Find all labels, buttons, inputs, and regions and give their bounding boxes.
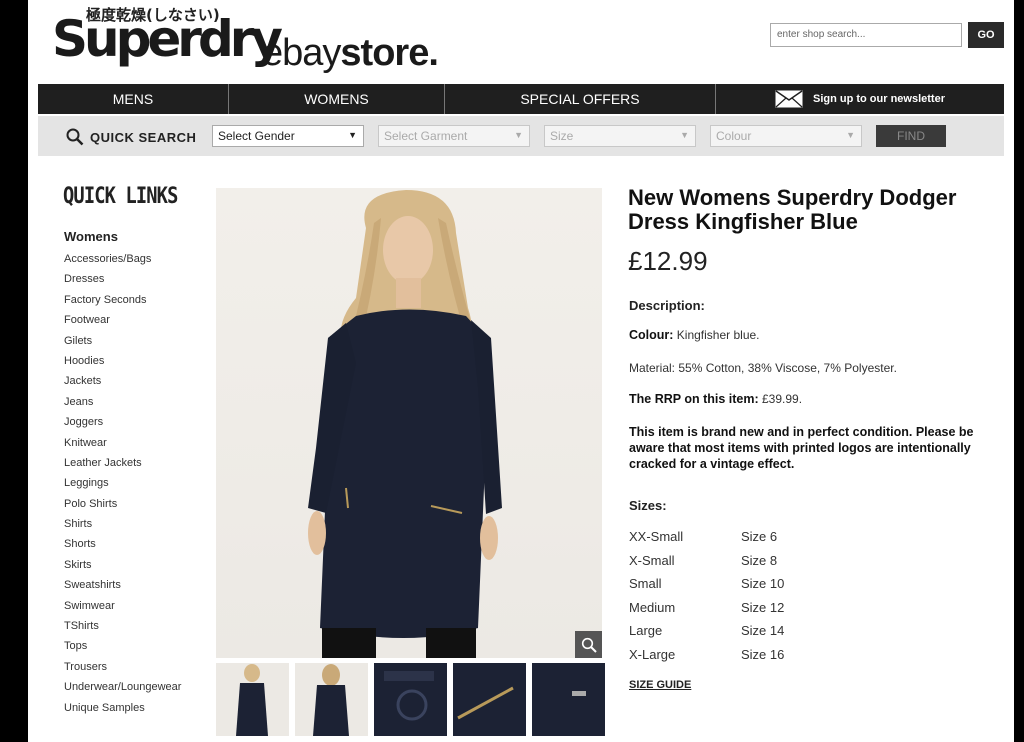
nav-item-womens[interactable]: WOMENS [229, 84, 445, 114]
thumbnail-back[interactable] [295, 663, 368, 736]
model-photo [308, 190, 502, 658]
search-icon [66, 128, 84, 146]
colour-value: Kingfisher blue. [676, 328, 760, 342]
condition-note: This item is brand new and in perfect co… [629, 425, 974, 471]
size-row: X-Small Size 8 [629, 553, 784, 577]
quick-link-item[interactable]: Jackets [64, 373, 181, 393]
thumbnail-zip-detail[interactable] [453, 663, 526, 736]
size-value: Size 16 [741, 646, 785, 662]
size-row: Small Size 10 [629, 576, 784, 600]
size-row: X-Large Size 16 [629, 647, 784, 671]
quick-links-title: QUICK LINKS [63, 184, 178, 209]
newsletter-signup-link[interactable]: Sign up to our newsletter [716, 84, 1004, 114]
size-value: Size 8 [741, 552, 778, 568]
quick-link-item[interactable]: Unique Samples [64, 700, 181, 720]
main-nav: MENS WOMENS SPECIAL OFFERS Sign up to ou… [38, 84, 1004, 114]
logo-ebay-store-text: ebaystore. [262, 32, 439, 74]
envelope-icon [775, 90, 803, 108]
size-value: Size 6 [741, 529, 778, 544]
product-price: £12.99 [628, 246, 708, 276]
quick-search-bar: QUICK SEARCH Select Gender ▼ Select Garme… [38, 116, 1004, 156]
quick-link-item[interactable]: Footwear [64, 312, 181, 332]
quick-link-item[interactable]: Swimwear [64, 598, 181, 618]
page: 極度乾燥(しなさい) Superdry ebaystore. enter sho… [28, 0, 1014, 742]
quick-link-item[interactable]: Knitwear [64, 435, 181, 455]
thumbnail-front[interactable] [216, 663, 289, 736]
quick-link-item[interactable]: Joggers [64, 414, 181, 434]
superdry-logo[interactable]: 極度乾燥(しなさい) Superdry ebaystore. [52, 4, 512, 74]
quick-link-item[interactable]: Factory Seconds [64, 292, 181, 312]
rrp-value: £39.99. [761, 392, 803, 406]
description-label: Description: [629, 298, 705, 313]
colour-label: Colour: [629, 328, 674, 342]
quick-link-item[interactable]: Gilets [64, 333, 181, 353]
product-title: New Womens Superdry Dodger Dress Kingfis… [628, 185, 957, 234]
size-row: XX-Small Size 6 [629, 529, 784, 553]
sizes-label: Sizes: [629, 498, 667, 513]
thumbnail-strip [216, 663, 605, 736]
size-value: Size 10 [741, 576, 785, 592]
quick-link-item[interactable]: Sweatshirts [64, 577, 181, 597]
quick-link-item[interactable]: Polo Shirts [64, 496, 181, 516]
quick-link-item[interactable]: Trousers [64, 659, 181, 679]
go-button[interactable]: GO [968, 22, 1004, 48]
chevron-down-icon: ▼ [680, 130, 689, 140]
chevron-down-icon: ▼ [348, 130, 357, 140]
size-name: X-Large [629, 646, 676, 662]
shop-search-input[interactable]: enter shop search... [770, 23, 962, 47]
quick-link-item[interactable]: Dresses [64, 271, 181, 291]
logo-superdry-text: Superdry [52, 10, 283, 68]
size-row: Medium Size 12 [629, 600, 784, 624]
size-row: Large Size 14 [629, 623, 784, 647]
quick-link-item[interactable]: Jeans [64, 394, 181, 414]
quick-link-item[interactable]: Leather Jackets [64, 455, 181, 475]
quick-link-item[interactable]: Tops [64, 638, 181, 658]
chevron-down-icon: ▼ [846, 130, 855, 140]
material-line: Material: 55% Cotton, 38% Viscose, 7% Po… [629, 361, 897, 375]
quick-link-item[interactable]: Accessories/Bags [64, 251, 181, 271]
zoom-icon[interactable] [575, 631, 602, 658]
size-name: X-Small [629, 552, 675, 568]
size-name: Small [629, 576, 662, 592]
quick-link-item[interactable]: Shirts [64, 516, 181, 536]
rrp-line: The RRP on this item: £39.99. [629, 392, 802, 406]
thumbnail-badge-detail[interactable] [532, 663, 605, 736]
thumbnail-label-detail[interactable] [374, 663, 447, 736]
colour-select[interactable]: Colour ▼ [710, 125, 862, 147]
quick-link-item[interactable]: Underwear/Loungewear [64, 679, 181, 699]
colour-line: Colour: Kingfisher blue. [629, 328, 760, 342]
quick-search-label: QUICK SEARCH [66, 128, 196, 146]
size-name: Large [629, 623, 663, 639]
sizes-table: XX-Small Size 6 X-Small Size 8 Small Size 10 M… [629, 529, 784, 671]
nav-item-mens[interactable]: MENS [38, 84, 229, 114]
quick-link-item[interactable]: Skirts [64, 557, 181, 577]
size-name: Medium [629, 599, 676, 615]
quick-link-item[interactable]: Hoodies [64, 353, 181, 373]
quick-link-item[interactable]: Shorts [64, 536, 181, 556]
product-main-image[interactable] [216, 188, 602, 658]
quick-links-list: Accessories/Bags Dresses Factory Seconds Fo… [64, 251, 181, 720]
size-select[interactable]: Size ▼ [544, 125, 696, 147]
rrp-label: The RRP on this item: [629, 392, 759, 406]
quick-links-category: Womens [64, 229, 118, 244]
quick-link-item[interactable]: TShirts [64, 618, 181, 638]
size-value: Size 14 [741, 623, 785, 639]
garment-select[interactable]: Select Garment ▼ [378, 125, 530, 147]
quick-link-item[interactable]: Leggings [64, 475, 181, 495]
size-value: Size 12 [741, 599, 785, 615]
size-guide-link[interactable]: SIZE GUIDE [629, 679, 691, 691]
newsletter-label: Sign up to our newsletter [812, 93, 945, 105]
nav-item-special-offers[interactable]: SPECIAL OFFERS [445, 84, 716, 114]
chevron-down-icon: ▼ [514, 130, 523, 140]
find-button[interactable]: FIND [876, 125, 946, 147]
gender-select[interactable]: Select Gender ▼ [212, 125, 364, 147]
size-name: XX-Small [629, 529, 684, 544]
